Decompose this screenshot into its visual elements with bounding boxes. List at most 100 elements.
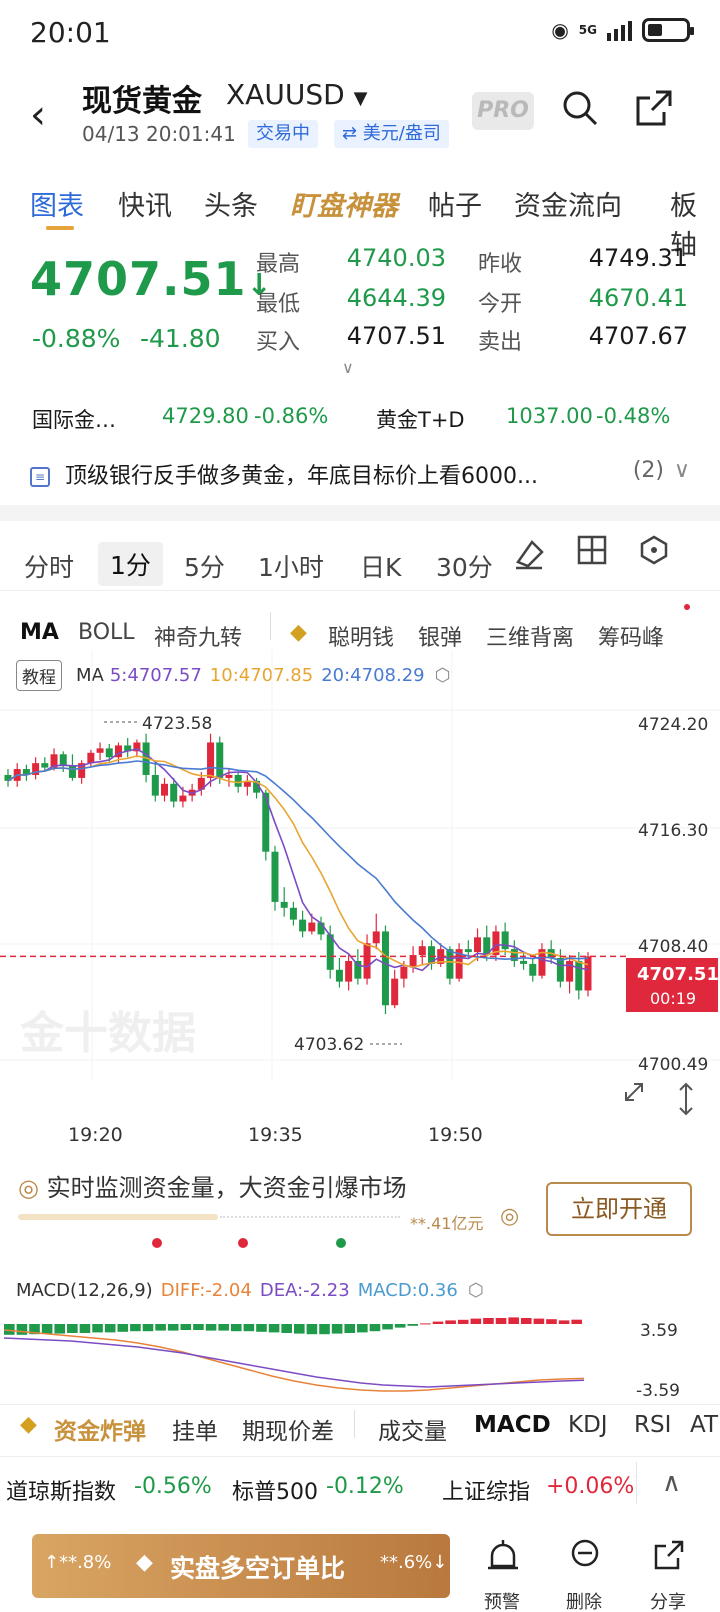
activate-button[interactable]: 立即开通 (546, 1182, 692, 1236)
time-tick: 19:20 (68, 1124, 123, 1146)
fullscreen-icon[interactable] (625, 1083, 643, 1101)
last-price-tag: 4707.51 00:19 (626, 958, 719, 1012)
macd-bar (344, 1324, 356, 1333)
candle-body (464, 949, 472, 953)
unit-chip[interactable]: ⇄ 美元/盎司 (334, 120, 449, 148)
bomb-icon: ◎ (500, 1204, 520, 1229)
macd-bar (193, 1324, 204, 1330)
candle-body (170, 783, 178, 802)
ind-td9[interactable]: 神奇九转 (154, 620, 242, 652)
share-icon[interactable] (652, 1538, 686, 1574)
news-ticker[interactable]: ≡ 顶级银行反手做多黄金，年底目标价上看6000... (2) ∨ (30, 458, 690, 489)
index-sse-pct: +0.06% (546, 1474, 635, 1499)
candle-body (207, 742, 215, 778)
related-intl-gold-name[interactable]: 国际金… (32, 404, 116, 434)
index-dow-name[interactable]: 道琼斯指数 (6, 1474, 116, 1506)
info-icon[interactable]: ⬡ (468, 1280, 484, 1301)
search-icon[interactable] (560, 88, 600, 128)
tab-monitor[interactable]: 盯盘神器 (290, 184, 398, 223)
subtab-spread[interactable]: 期现价差 (242, 1412, 334, 1446)
dea-line (3, 1337, 585, 1388)
period-1hour[interactable]: 1小时 (258, 548, 324, 584)
promo-title: ◎ 实时监测资金量，大资金引爆市场 (18, 1174, 407, 1202)
long-short-ratio-button[interactable]: ↑**.8% ◆ 实盘多空订单比 **.6%↓ (32, 1534, 450, 1598)
divider (636, 1462, 637, 1504)
tab-chart[interactable]: 图表 (30, 184, 84, 223)
ind-boll[interactable]: BOLL (78, 620, 135, 645)
symbol-selector[interactable]: XAUUSD ▼ (226, 78, 367, 111)
tab-posts[interactable]: 帖子 (428, 184, 482, 223)
chevron-up-icon[interactable]: ∧ (662, 1468, 681, 1498)
subtab-volume[interactable]: 成交量 (378, 1412, 447, 1446)
candlestick-chart[interactable]: 金十数据 4724.20 4716.30 4708.40 4700.49 472… (0, 650, 720, 1130)
tab-fund-flow[interactable]: 资金流向 (514, 184, 622, 223)
macd-bar (470, 1318, 482, 1324)
trading-status-chip: 交易中 (248, 120, 318, 148)
settings-hex-icon[interactable] (638, 534, 670, 566)
macd-bar (92, 1324, 103, 1333)
ind-chip-peak[interactable]: 筹码峰 (598, 620, 664, 652)
subtab-at[interactable]: AT (690, 1412, 718, 1438)
period-30min[interactable]: 30分 (436, 548, 493, 584)
back-arrow-icon[interactable]: ‹ (30, 92, 46, 138)
candle-body (474, 937, 482, 953)
candle-body (271, 851, 279, 902)
subtab-rsi[interactable]: RSI (634, 1412, 671, 1438)
macd-value: MACD:0.36 (357, 1280, 458, 1301)
ma-lines (7, 748, 589, 972)
ind-silver-bullet[interactable]: 银弹 (418, 620, 462, 652)
macd-bar (558, 1320, 570, 1324)
related-td-pct: -0.48% (596, 404, 671, 428)
period-5min[interactable]: 5分 (184, 548, 225, 584)
candle-body (556, 957, 564, 982)
macd-bar (520, 1318, 532, 1324)
alarm-icon[interactable] (486, 1538, 520, 1574)
ind-smart-money[interactable]: 聪明钱 (328, 620, 394, 652)
macd-bar (331, 1324, 343, 1334)
macd-bar (407, 1324, 419, 1326)
ind-divergence[interactable]: 三维背离 (486, 620, 574, 652)
subtab-orders[interactable]: 挂单 (172, 1412, 218, 1446)
candle-body (289, 907, 297, 920)
candle-body (216, 742, 224, 778)
ma20-line (7, 760, 589, 962)
change-value: -41.80 (140, 324, 221, 353)
candle-body (87, 752, 95, 764)
layout-grid-icon[interactable] (576, 534, 608, 566)
price-axis: 4724.20 4716.30 4708.40 4700.49 (638, 715, 708, 1075)
action-share-label[interactable]: 分享 (650, 1588, 686, 1612)
macd-bar (495, 1318, 507, 1324)
marker-dot-red (238, 1238, 248, 1248)
marker-dot-red (152, 1238, 162, 1248)
pro-badge[interactable]: PRO (472, 92, 534, 130)
related-td-name[interactable]: 黄金T+D (376, 404, 465, 434)
divider (354, 1410, 355, 1438)
period-daily[interactable]: 日K (360, 548, 401, 584)
ma5-line (7, 748, 589, 972)
delete-icon[interactable] (568, 1538, 602, 1574)
expand-chevron-icon[interactable]: ∨ (342, 358, 354, 377)
index-sp-name[interactable]: 标普500 (232, 1474, 318, 1506)
action-delete-label[interactable]: 删除 (566, 1588, 602, 1612)
subtab-macd[interactable]: MACD (474, 1412, 551, 1438)
action-alert-label[interactable]: 预警 (484, 1588, 520, 1612)
macd-bar (357, 1324, 368, 1333)
macd-bar (205, 1324, 217, 1331)
vertical-expand-icon[interactable] (679, 1082, 693, 1116)
candle-body (566, 960, 574, 982)
draw-tool-icon[interactable] (512, 534, 548, 570)
tab-headline[interactable]: 头条 (204, 184, 258, 223)
index-sse-name[interactable]: 上证综指 (442, 1474, 530, 1506)
period-1min[interactable]: 1分 (98, 542, 163, 586)
battery-icon (642, 18, 694, 42)
tab-flash[interactable]: 快讯 (118, 184, 172, 223)
macd-bar (457, 1319, 469, 1324)
subtab-fund-bomb[interactable]: 资金炸弹 (54, 1412, 146, 1446)
period-timeshare[interactable]: 分时 (24, 548, 74, 584)
high-value: 4740.03 (346, 244, 446, 272)
diff-value: DIFF:-2.04 (160, 1280, 252, 1301)
ind-ma[interactable]: MA (20, 620, 59, 645)
subtab-kdj[interactable]: KDJ (568, 1412, 608, 1438)
share-icon[interactable] (634, 88, 674, 128)
candle-body (418, 946, 426, 956)
